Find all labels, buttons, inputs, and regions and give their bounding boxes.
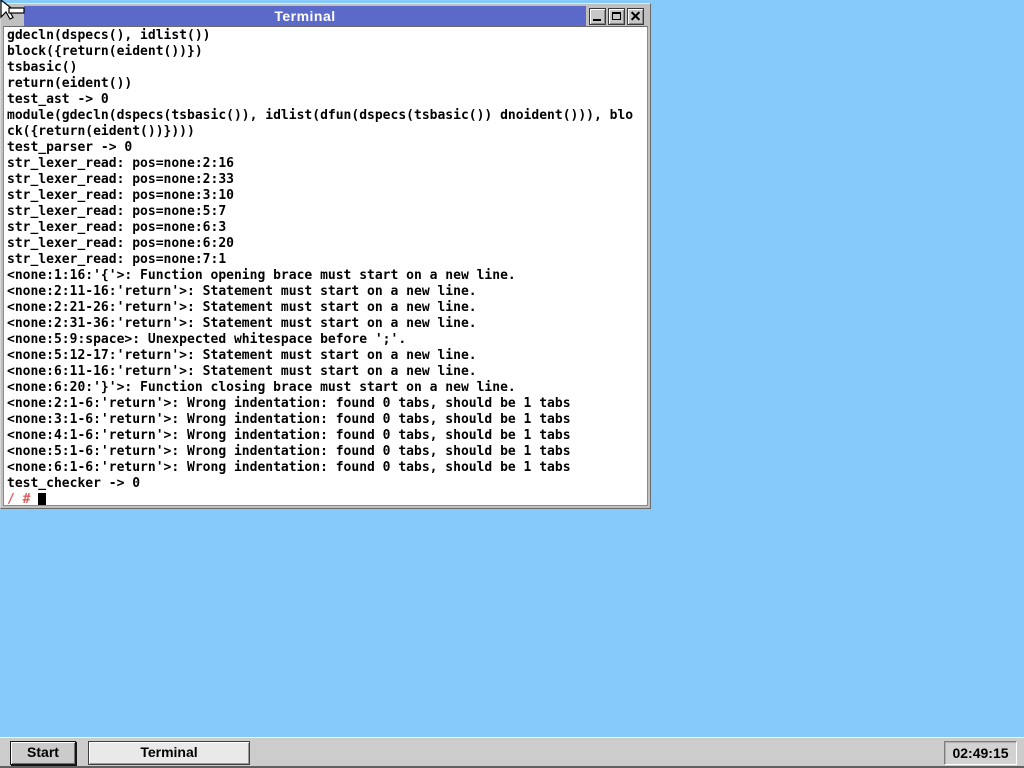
terminal-content[interactable]: gdecln(dspecs(), idlist()) block({return… [3, 26, 648, 506]
window-controls [586, 6, 648, 26]
taskbar-item-terminal[interactable]: Terminal [88, 741, 250, 765]
taskbar: Start Terminal 02:49:15 [0, 737, 1024, 768]
maximize-button[interactable] [608, 8, 625, 25]
minimize-icon [593, 19, 601, 21]
taskbar-clock: 02:49:15 [944, 741, 1017, 765]
window-title: Terminal [24, 6, 586, 26]
window-menu-button[interactable] [3, 6, 24, 26]
desktop: { "window": { "title": "Terminal" }, "te… [0, 0, 1024, 768]
prompt-line: / # [7, 492, 647, 506]
maximize-icon [612, 12, 621, 20]
terminal-output: gdecln(dspecs(), idlist()) block({return… [7, 28, 647, 492]
terminal-cursor [38, 493, 46, 506]
minimize-button[interactable] [589, 8, 606, 25]
close-button[interactable] [627, 8, 644, 25]
start-button[interactable]: Start [10, 741, 76, 765]
terminal-window: Terminal gdecln(dspecs(), idlist()) bloc… [0, 3, 651, 509]
shell-prompt: / # [7, 492, 30, 506]
close-icon [628, 9, 643, 24]
window-titlebar[interactable]: Terminal [3, 6, 648, 26]
